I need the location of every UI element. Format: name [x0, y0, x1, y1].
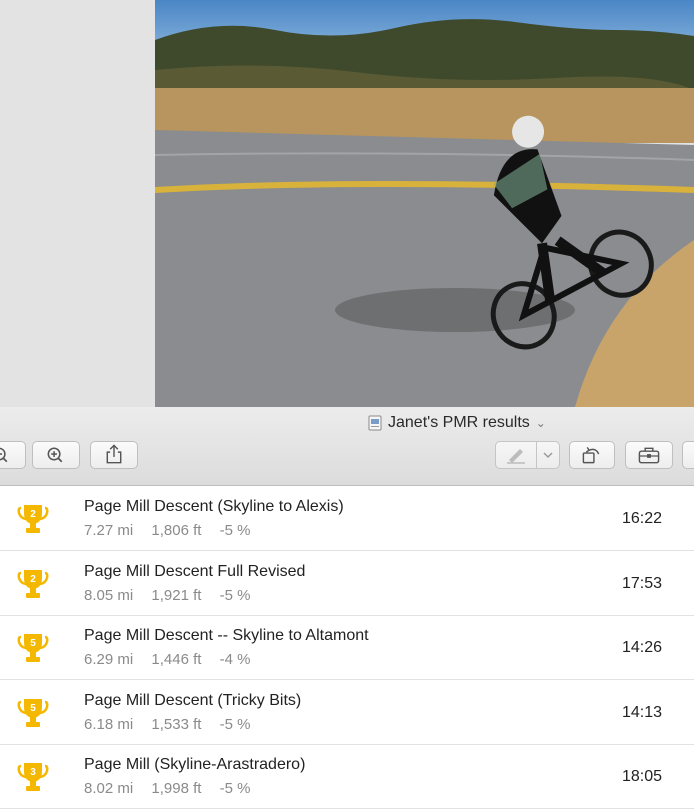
elevation-unit: ft: [193, 522, 202, 539]
distance-unit: mi: [117, 522, 134, 539]
segment-time: 14:26: [621, 639, 662, 656]
segment-name: Page Mill Descent Full Revised: [84, 562, 306, 580]
chevron-down-icon[interactable]: ⌄: [536, 416, 546, 430]
segment-row[interactable]: 5 Page Mill Descent -- Skyline to Altamo…: [0, 615, 694, 680]
zoom-out-button[interactable]: [0, 441, 26, 469]
document-icon: [368, 415, 382, 431]
zoom-in-button[interactable]: [32, 441, 80, 469]
cyclist-photo: [155, 0, 694, 407]
share-button[interactable]: [90, 441, 138, 469]
segment-stats: 6.29 mi 1,446 ft -4 %: [84, 651, 264, 668]
distance-unit: mi: [117, 715, 134, 733]
elevation-unit: ft: [193, 651, 202, 668]
zoom-out-icon: [0, 447, 8, 463]
segment-grade: -5: [219, 780, 233, 797]
segment-elevation: 1,533: [151, 715, 189, 733]
segment-name: Page Mill Descent (Skyline to Alexis): [84, 498, 344, 515]
segment-grade: -5: [219, 586, 233, 604]
segment-distance: 8.05: [84, 586, 114, 604]
segment-distance: 8.02: [84, 780, 114, 797]
trophy-rank: 3: [30, 767, 36, 778]
segment-stats: 6.18 mi 1,533 ft -5 %: [84, 716, 264, 733]
trophy-icon: 2: [17, 569, 49, 598]
segment-elevation: 1,921: [151, 586, 189, 604]
markup-button[interactable]: [496, 442, 537, 468]
window-title[interactable]: Janet's PMR results ⌄: [368, 410, 546, 436]
distance-unit: mi: [117, 586, 134, 604]
segment-grade: -5: [219, 715, 233, 733]
zoom-in-icon: [47, 447, 63, 463]
segment-stats: 8.05 mi 1,921 ft -5 %: [84, 587, 264, 604]
segment-time: 16:22: [621, 510, 662, 527]
toolbox-button[interactable]: [625, 441, 673, 469]
segment-name: Page Mill Descent (Tricky Bits): [84, 691, 302, 709]
share-icon: [106, 444, 122, 464]
segment-grade: -5: [219, 522, 233, 539]
elevation-unit: ft: [193, 715, 202, 733]
distance-unit: mi: [117, 780, 134, 797]
distance-unit: mi: [117, 651, 134, 668]
grade-unit: %: [237, 715, 251, 733]
segment-grade: -4: [219, 651, 233, 668]
trophy-rank: 5: [30, 638, 36, 649]
segment-row[interactable]: 2 Page Mill Descent Full Revised 8.05 mi…: [0, 551, 694, 616]
trophy-rank: 2: [30, 509, 36, 520]
segment-stats: 8.02 mi 1,998 ft -5 %: [84, 780, 264, 797]
segment-row[interactable]: 5 Page Mill Descent (Tricky Bits) 6.18 m…: [0, 680, 694, 745]
elevation-unit: ft: [193, 780, 202, 797]
markup-pen-icon: [507, 449, 525, 464]
trophy-icon: 5: [17, 634, 49, 662]
segment-time: 18:05: [621, 768, 662, 785]
segment-distance: 6.18: [84, 715, 114, 733]
markup-control[interactable]: [495, 441, 560, 469]
rotate-icon: [582, 446, 600, 464]
segment-time: 17:53: [621, 574, 662, 592]
segment-row[interactable]: 3 Page Mill (Skyline-Arastradero) 8.02 m…: [0, 744, 694, 809]
segment-distance: 7.27: [84, 522, 114, 539]
segment-name: Page Mill (Skyline-Arastradero): [84, 756, 306, 773]
rotate-button[interactable]: [569, 441, 615, 469]
trophy-icon: 2: [17, 505, 49, 533]
markup-options-button[interactable]: [537, 442, 559, 468]
segment-stats: 7.27 mi 1,806 ft -5 %: [84, 522, 264, 539]
grade-unit: %: [237, 586, 251, 604]
trophy-rank: 2: [30, 574, 36, 585]
image-area: [0, 0, 694, 407]
segment-distance: 6.29: [84, 651, 114, 668]
elevation-unit: ft: [193, 586, 202, 604]
segment-elevation: 1,806: [151, 522, 189, 539]
segment-time: 14:13: [621, 703, 662, 721]
toolbox-icon: [638, 447, 660, 464]
trophy-icon: 5: [17, 698, 49, 727]
trophy-icon: 3: [17, 763, 49, 791]
segment-elevation: 1,446: [151, 651, 189, 668]
grade-unit: %: [237, 780, 251, 797]
grade-unit: %: [237, 651, 251, 668]
chevron-down-icon: [543, 452, 553, 459]
trophy-rank: 5: [30, 703, 36, 714]
segment-name: Page Mill Descent -- Skyline to Altamont: [84, 627, 369, 644]
segment-elevation: 1,998: [151, 780, 189, 797]
grade-unit: %: [237, 522, 251, 539]
window-title-text: Janet's PMR results: [388, 414, 530, 431]
segment-row[interactable]: 2 Page Mill Descent (Skyline to Alexis) …: [0, 486, 694, 551]
search-button[interactable]: [682, 441, 694, 469]
